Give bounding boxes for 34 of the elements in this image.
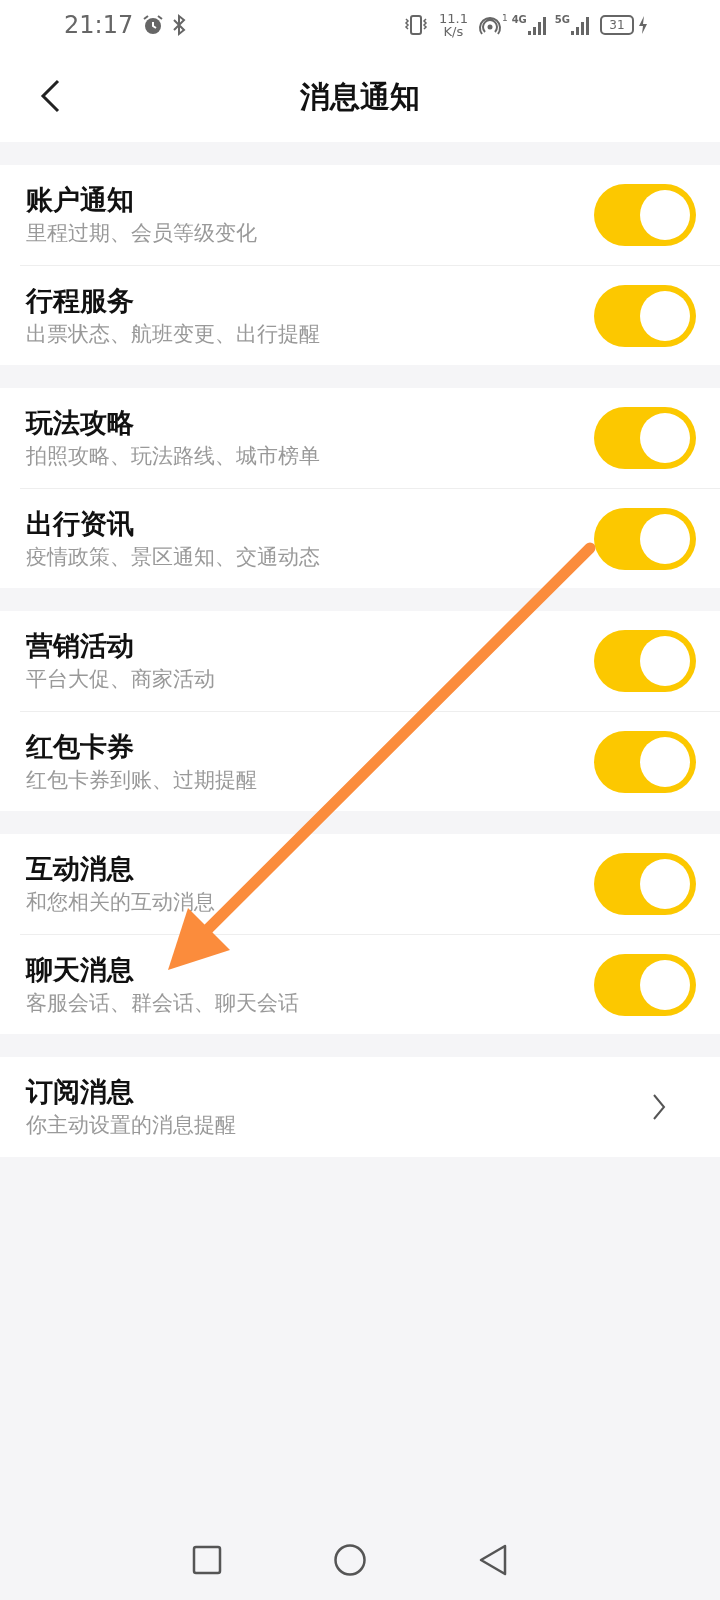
bluetooth-icon xyxy=(171,13,188,37)
hotspot-count: 1 xyxy=(501,12,508,25)
charging-icon xyxy=(638,15,648,35)
back-nav-icon[interactable] xyxy=(477,1543,509,1577)
vibrate-icon xyxy=(402,13,429,37)
recent-apps-icon[interactable] xyxy=(191,1544,223,1576)
setting-title: 聊天消息 xyxy=(26,952,135,987)
setting-description: 平台大促、商家活动 xyxy=(26,666,216,693)
setting-description: 疫情政策、景区通知、交通动态 xyxy=(26,543,321,571)
battery-indicator: 31 xyxy=(600,15,634,35)
speed-unit: K/s xyxy=(443,25,464,38)
setting-description: 客服会话、群会话、聊天会话 xyxy=(26,989,300,1017)
network-label: 4G xyxy=(511,13,527,27)
setting-description: 里程过期、会员等级变化 xyxy=(26,220,258,247)
setting-title: 订阅消息 xyxy=(26,1075,135,1109)
setting-description: 你主动设置的消息提醒 xyxy=(26,1112,237,1139)
setting-title: 营销活动 xyxy=(26,629,135,663)
toggle-switch[interactable] xyxy=(594,507,696,570)
setting-title: 红包卡券 xyxy=(26,729,135,764)
setting-title: 账户通知 xyxy=(26,183,135,217)
setting-title: 互动消息 xyxy=(26,852,135,886)
setting-title: 出行资讯 xyxy=(26,506,135,541)
network-speed: 11.1 xyxy=(438,12,468,25)
setting-description: 出票状态、航班变更、出行提醒 xyxy=(26,320,321,348)
chevron-right-icon xyxy=(652,1093,666,1121)
network-label: 5G xyxy=(554,13,570,27)
setting-title: 行程服务 xyxy=(26,283,135,318)
setting-description: 红包卡券到账、过期提醒 xyxy=(26,766,258,794)
page-title: 消息通知 xyxy=(300,77,420,116)
home-icon[interactable] xyxy=(333,1543,367,1577)
setting-title: 玩法攻略 xyxy=(26,406,135,440)
setting-description: 和您相关的互动消息 xyxy=(26,889,216,916)
setting-description: 拍照攻略、玩法路线、城市榜单 xyxy=(26,443,321,470)
clock-time: 21:17 xyxy=(64,13,134,37)
